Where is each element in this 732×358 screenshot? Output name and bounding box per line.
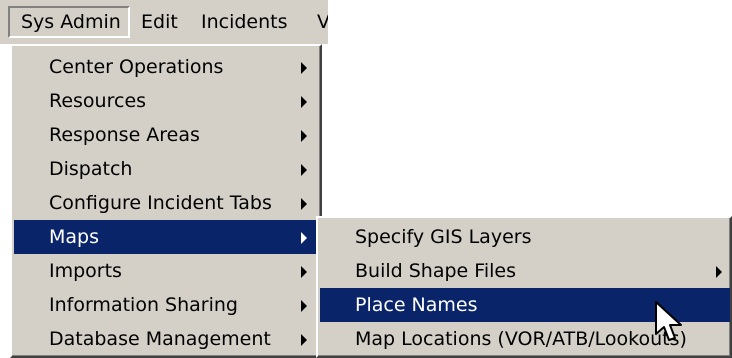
menu-item-configure-incident-tabs[interactable]: Configure Incident Tabs bbox=[14, 186, 318, 220]
submenu-arrow-icon bbox=[301, 198, 307, 210]
menu-item-response-areas[interactable]: Response Areas bbox=[14, 118, 318, 152]
screen: Sys Admin Edit Incidents V Center Operat… bbox=[0, 0, 732, 358]
menu-item-label: Place Names bbox=[355, 294, 478, 316]
menu-item-dispatch[interactable]: Dispatch bbox=[14, 152, 318, 186]
menu-incidents[interactable]: Incidents bbox=[201, 6, 288, 38]
menu-item-specify-gis-layers[interactable]: Specify GIS Layers bbox=[320, 220, 730, 254]
menu-item-center-operations[interactable]: Center Operations bbox=[14, 50, 318, 84]
menu-item-label: Dispatch bbox=[49, 158, 133, 180]
menu-item-maps[interactable]: Maps bbox=[14, 220, 318, 254]
menu-item-label: Specify GIS Layers bbox=[355, 226, 532, 248]
menu-item-label: Response Areas bbox=[49, 124, 200, 146]
submenu-arrow-icon bbox=[301, 96, 307, 108]
menu-item-label: Map Locations (VOR/ATB/Lookouts) bbox=[355, 328, 687, 350]
menu-bar: Sys Admin Edit Incidents V bbox=[0, 0, 328, 44]
menu-item-label: Configure Incident Tabs bbox=[49, 192, 272, 214]
submenu-arrow-icon bbox=[301, 62, 307, 74]
submenu-arrow-icon bbox=[301, 130, 307, 142]
submenu-arrow-icon bbox=[716, 266, 722, 278]
submenu-arrow-icon bbox=[301, 300, 307, 312]
menu-item-imports[interactable]: Imports bbox=[14, 254, 318, 288]
menu-item-label: Imports bbox=[49, 260, 122, 282]
menu-item-label: Database Management bbox=[49, 328, 271, 350]
menu-item-label: Maps bbox=[49, 226, 99, 248]
menu-item-database-management[interactable]: Database Management bbox=[14, 322, 318, 356]
maps-submenu: Specify GIS Layers Build Shape Files Pla… bbox=[316, 216, 732, 358]
menu-edit[interactable]: Edit bbox=[141, 6, 178, 38]
submenu-arrow-icon bbox=[301, 334, 307, 346]
menu-view-truncated[interactable]: V bbox=[317, 6, 328, 38]
menu-item-map-locations[interactable]: Map Locations (VOR/ATB/Lookouts) bbox=[320, 322, 730, 356]
menu-sys-admin[interactable]: Sys Admin bbox=[8, 6, 130, 38]
menu-item-label: Center Operations bbox=[49, 56, 224, 78]
menu-item-information-sharing[interactable]: Information Sharing bbox=[14, 288, 318, 322]
submenu-arrow-icon bbox=[301, 164, 307, 176]
menu-item-label: Build Shape Files bbox=[355, 260, 516, 282]
menu-item-place-names[interactable]: Place Names bbox=[320, 288, 730, 322]
menu-item-label: Information Sharing bbox=[49, 294, 238, 316]
menu-item-build-shape-files[interactable]: Build Shape Files bbox=[320, 254, 730, 288]
menu-item-label: Resources bbox=[49, 90, 147, 112]
submenu-arrow-icon bbox=[301, 266, 307, 278]
sys-admin-dropdown: Center Operations Resources Response Are… bbox=[10, 44, 322, 358]
menu-item-resources[interactable]: Resources bbox=[14, 84, 318, 118]
submenu-arrow-icon bbox=[301, 232, 307, 244]
